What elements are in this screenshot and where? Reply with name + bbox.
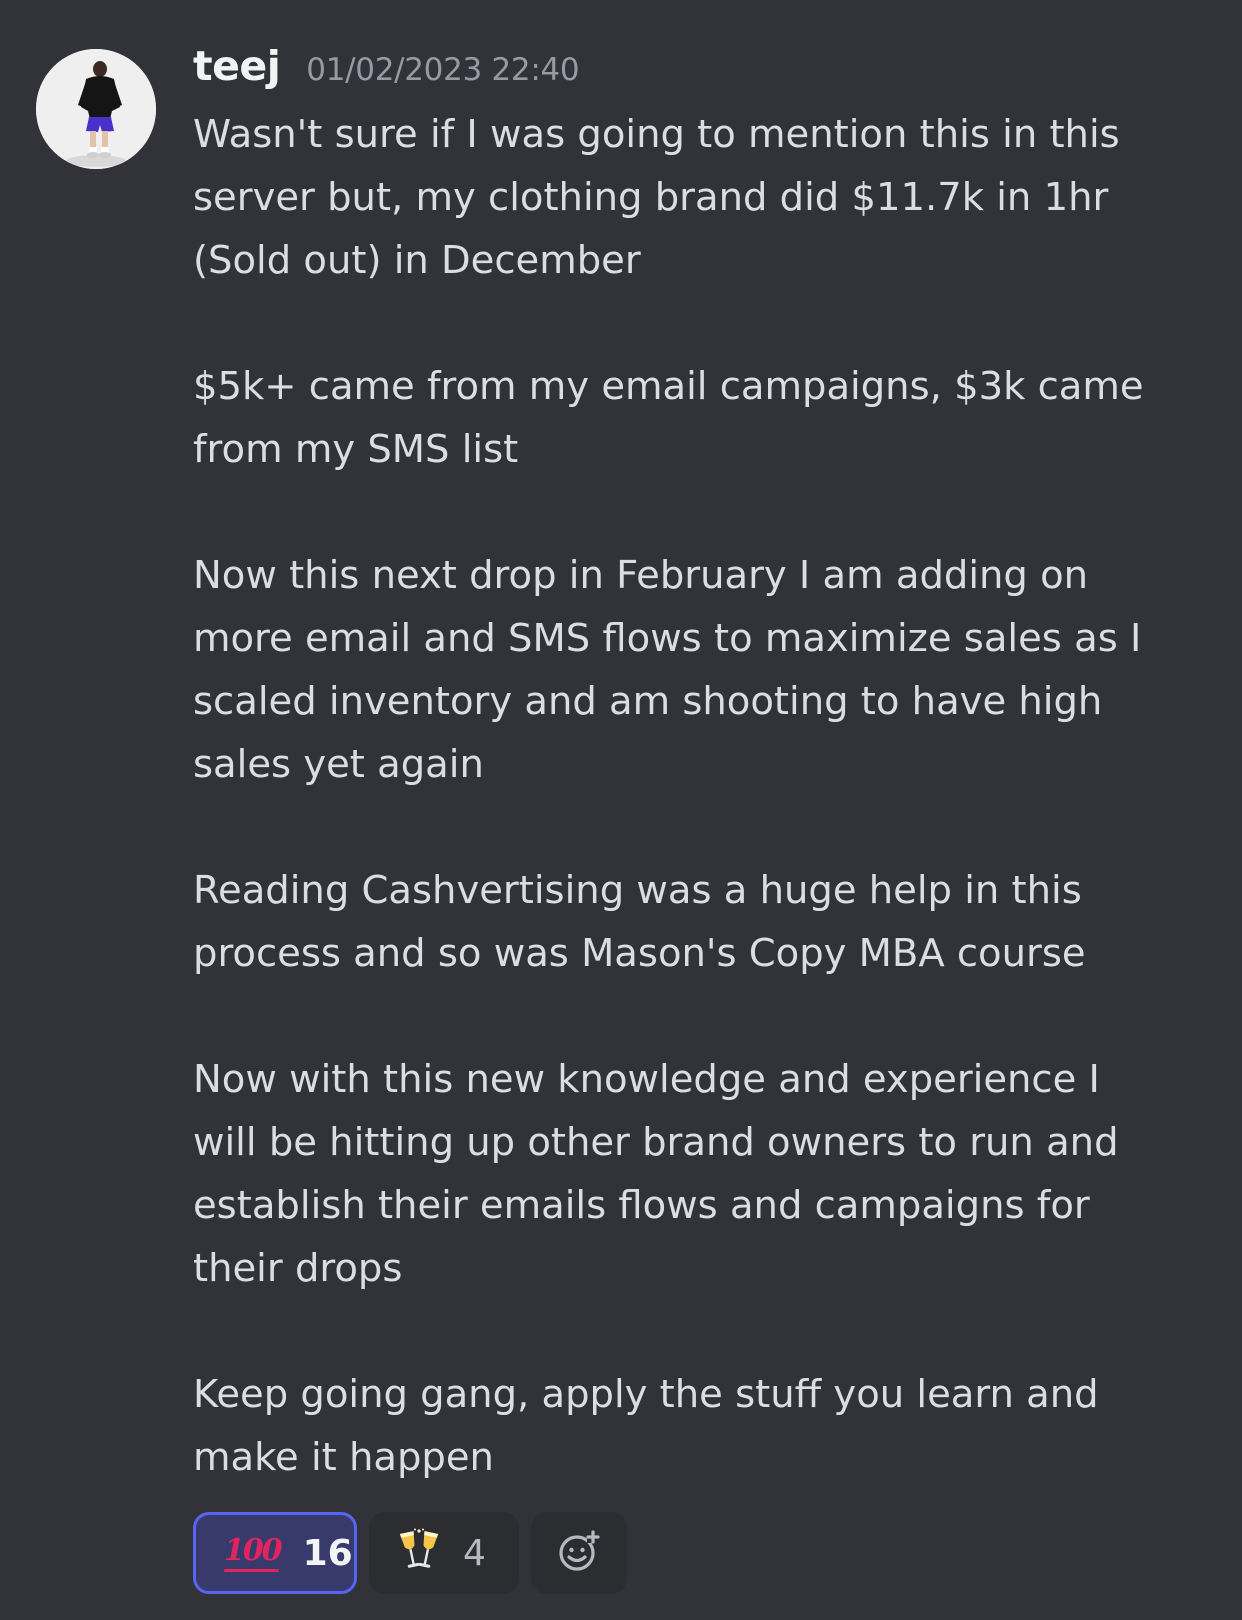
message-line: Reading Cashvertising was a huge help in… [193,868,1082,913]
message-line: Keep going gang, apply the stuff you lea… [193,1372,1099,1417]
message-line: more email and SMS flows to maximize sal… [193,616,1142,661]
reaction-count: 16 [302,1532,353,1574]
user-avatar-image [36,49,156,169]
author-username[interactable]: teej [193,42,281,90]
message-line: establish their emails flows and campaig… [193,1183,1090,1228]
message-line: process and so was Mason's Copy MBA cour… [193,931,1086,976]
message-paragraph: Now this next drop in February I am addi… [193,544,1223,796]
reaction-clinking-glasses[interactable]: 4 [369,1512,519,1594]
reaction-count: 4 [463,1532,486,1574]
message-paragraph: Keep going gang, apply the stuff you lea… [193,1363,1223,1489]
reactions-bar: 100 16 4 [193,1512,627,1594]
message-line: server but, my clothing brand did $11.7k… [193,175,1109,220]
message-paragraph: $5k+ came from my email campaigns, $3k c… [193,355,1223,481]
message-line: Wasn't sure if I was going to mention th… [193,112,1120,157]
clinking-glasses-emoji-icon [397,1528,441,1578]
add-reaction-button[interactable] [531,1512,627,1594]
message-line: from my SMS list [193,427,519,472]
chat-message: teej 01/02/2023 22:40 Wasn't sure if I w… [0,0,1242,1620]
message-line: $5k+ came from my email campaigns, $3k c… [193,364,1144,409]
reaction-hundred-points[interactable]: 100 16 [193,1512,357,1594]
message-line: (Sold out) in December [193,238,641,283]
message-line: make it happen [193,1435,494,1480]
message-paragraph: Wasn't sure if I was going to mention th… [193,103,1223,292]
message-timestamp[interactable]: 01/02/2023 22:40 [306,52,579,88]
message-line: scaled inventory and am shooting to have… [193,679,1103,724]
message-paragraph: Reading Cashvertising was a huge help in… [193,859,1223,985]
message-line: Now with this new knowledge and experien… [193,1057,1100,1102]
message-paragraph: Now with this new knowledge and experien… [193,1048,1223,1300]
message-line: their drops [193,1246,403,1291]
message-line: sales yet again [193,742,484,787]
avatar[interactable] [36,49,156,169]
message-content: Wasn't sure if I was going to mention th… [193,103,1223,1489]
message-header: teej 01/02/2023 22:40 [193,42,580,102]
message-line: will be hitting up other brand owners to… [193,1120,1119,1165]
hundred-points-emoji-icon: 100 [224,1533,283,1574]
add-reaction-icon [557,1529,601,1577]
message-line: Now this next drop in February I am addi… [193,553,1089,598]
